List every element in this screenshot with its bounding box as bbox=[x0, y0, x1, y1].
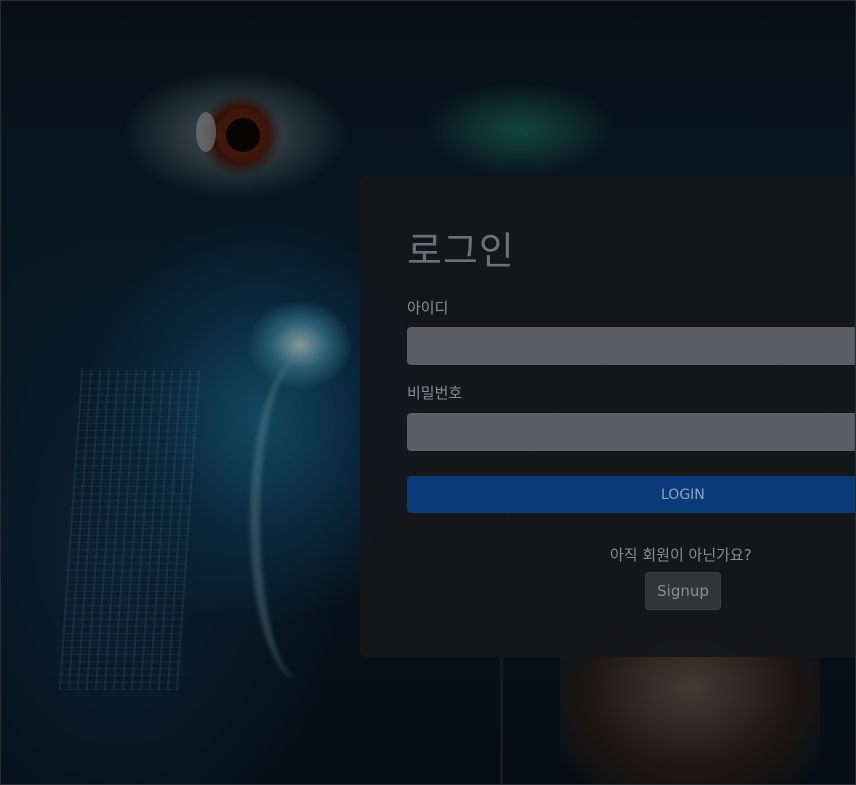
id-label: 아이디 bbox=[407, 299, 449, 317]
login-page: 로그인 아이디 비밀번호 LOGIN 아직 회원이 아닌가요? Signup bbox=[0, 0, 856, 785]
password-input[interactable] bbox=[407, 413, 856, 451]
signup-prompt: 아직 회원이 아닌가요? bbox=[610, 546, 752, 564]
password-label: 비밀번호 bbox=[407, 384, 463, 402]
signup-button[interactable]: Signup bbox=[645, 572, 721, 610]
id-input[interactable] bbox=[407, 327, 856, 365]
login-title: 로그인 bbox=[407, 229, 515, 273]
login-card: 로그인 아이디 비밀번호 LOGIN 아직 회원이 아닌가요? Signup bbox=[360, 176, 856, 657]
login-button[interactable]: LOGIN bbox=[407, 476, 856, 513]
